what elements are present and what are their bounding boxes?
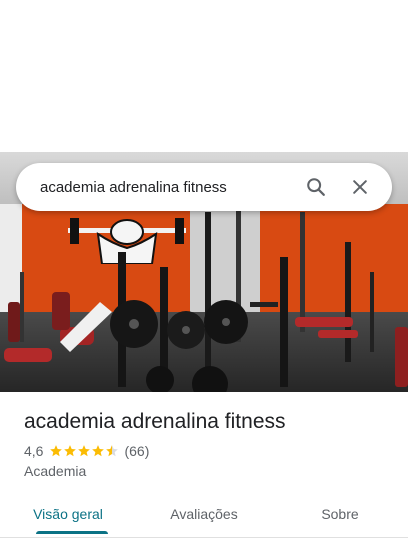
star-icon xyxy=(92,445,105,457)
star-icon xyxy=(50,445,63,457)
star-icon xyxy=(106,445,119,457)
star-icon xyxy=(78,445,91,457)
clear-search-button[interactable] xyxy=(342,169,378,205)
search-input[interactable]: academia adrenalina fitness xyxy=(40,179,290,196)
review-count[interactable]: (66) xyxy=(124,443,149,459)
place-tabs: Visão geral Avaliações Sobre xyxy=(0,496,408,536)
search-button[interactable] xyxy=(298,169,334,205)
search-icon xyxy=(307,178,325,196)
place-info: academia adrenalina fitness 4,6 (66) Aca… xyxy=(24,408,394,479)
tab-about[interactable]: Sobre xyxy=(272,496,408,536)
star-icon xyxy=(64,445,77,457)
search-bar[interactable]: academia adrenalina fitness xyxy=(16,163,392,211)
place-category: Academia xyxy=(24,463,87,479)
tab-reviews-label: Avaliações xyxy=(170,506,238,522)
map-blank-area xyxy=(0,0,408,152)
tab-overview[interactable]: Visão geral xyxy=(0,496,136,536)
close-icon xyxy=(353,180,367,194)
place-title: academia adrenalina fitness xyxy=(24,410,286,433)
rating-value: 4,6 xyxy=(24,443,44,459)
rating-row[interactable]: 4,6 (66) xyxy=(24,442,394,460)
tab-overview-label: Visão geral xyxy=(33,506,103,522)
active-tab-indicator xyxy=(36,531,108,534)
tab-about-label: Sobre xyxy=(321,506,359,522)
tabs-divider xyxy=(0,537,408,538)
tab-reviews[interactable]: Avaliações xyxy=(136,496,272,536)
rating-stars xyxy=(49,444,119,458)
